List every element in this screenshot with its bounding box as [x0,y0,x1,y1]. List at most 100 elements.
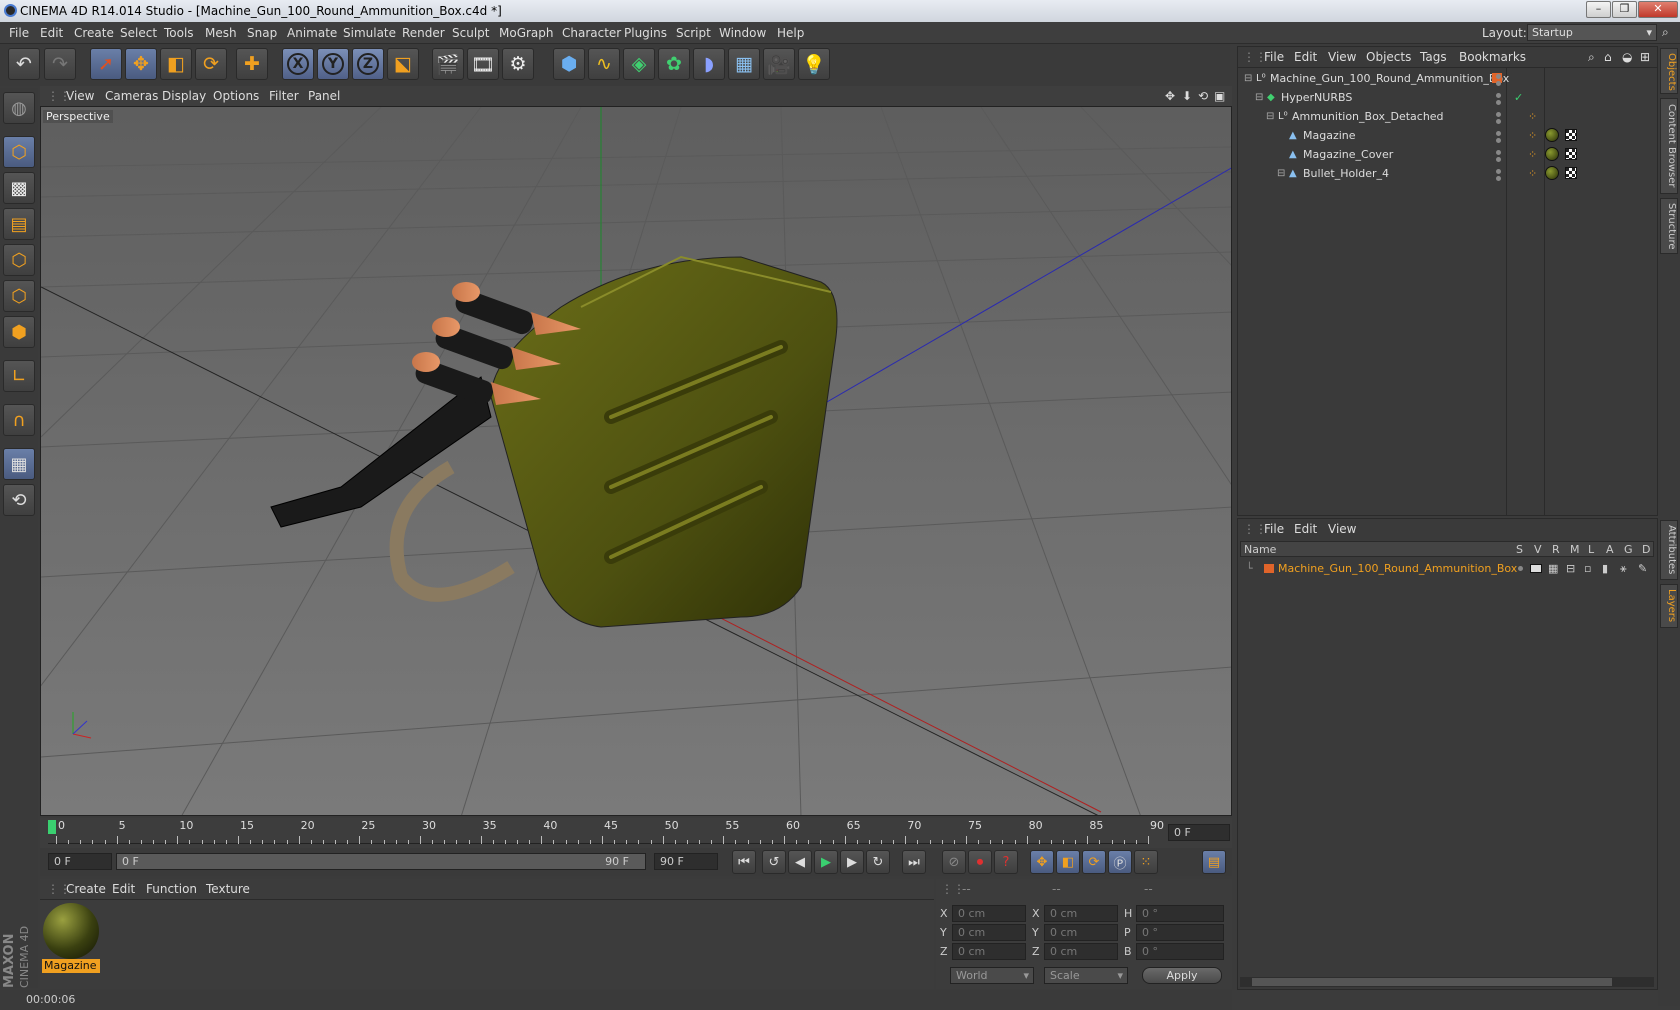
coord-rot-field[interactable]: 0 ° [1136,905,1224,922]
layers-menu-edit[interactable]: Edit [1294,522,1317,536]
render-visibility-dot[interactable] [1496,157,1501,162]
render-visibility-dot[interactable] [1496,176,1501,181]
lock-icon[interactable]: ▫ [1584,559,1591,578]
prev-key-icon[interactable]: ↺ [762,850,786,874]
menu-plugins[interactable]: Plugins [624,26,667,40]
viewport-menu-options[interactable]: Options [213,89,259,103]
autokey-icon[interactable]: ? [994,850,1018,874]
viewport-rotate-icon[interactable]: ⟲ [1198,89,1208,103]
render-visibility-dot[interactable] [1496,100,1501,105]
polygons-mode-icon[interactable]: ⬢ [3,316,35,348]
coord-pos-field[interactable]: 0 cm [952,943,1026,960]
key-scale-icon[interactable]: ◧ [1056,850,1080,874]
move-icon[interactable]: ✥ [125,48,157,80]
menu-snap[interactable]: Snap [247,26,277,40]
scale-icon[interactable]: ◧ [160,48,192,80]
key-param-icon[interactable]: Ⓟ [1108,850,1132,874]
object-row[interactable]: ⊟ L⁰ Machine_Gun_100_Round_Ammunition_Box [1238,69,1657,88]
texture-tag-icon[interactable] [1565,148,1577,160]
coord-pos-field[interactable]: 0 cm [952,924,1026,941]
col-deformers[interactable]: D [1642,543,1650,556]
col-generators[interactable]: G [1624,543,1633,556]
material-menu-texture[interactable]: Texture [206,882,250,896]
render-settings-icon[interactable]: ⚙ [502,48,534,80]
viewport-menu-display[interactable]: Display [162,89,206,103]
workplane-icon[interactable]: ▤ [3,208,35,240]
objects-menu-view[interactable]: View [1328,50,1356,64]
coord-size-field[interactable]: 0 cm [1044,943,1118,960]
solo-toggle[interactable] [1518,566,1523,571]
objects-menu-tags[interactable]: Tags [1420,50,1447,64]
menu-render[interactable]: Render [402,26,445,40]
frame-range-slider[interactable]: 0 F 90 F [116,853,646,870]
objects-menu-bookmarks[interactable]: Bookmarks [1459,50,1526,64]
viewport-menu-cameras[interactable]: Cameras [105,89,158,103]
model-mode-icon[interactable]: ⬡ [3,136,35,168]
material-tag-icon[interactable] [1545,166,1559,180]
planar-workplane-icon[interactable]: ⟲ [3,484,35,516]
play-icon[interactable]: ▶ [814,850,838,874]
dots-tag-icon[interactable]: ⁘ [1528,145,1537,164]
viewport-menu-filter[interactable]: Filter [269,89,299,103]
viewport-zoom-icon[interactable]: ⬇ [1182,89,1192,103]
col-animation[interactable]: A [1606,543,1614,556]
material-menu-function[interactable]: Function [146,882,197,896]
tab-layers[interactable]: Layers [1660,584,1678,628]
coord-size-field[interactable]: 0 cm [1044,905,1118,922]
render-visibility-dot[interactable] [1496,138,1501,143]
menu-edit[interactable]: Edit [40,26,63,40]
next-key-icon[interactable]: ↻ [866,850,890,874]
make-editable-icon[interactable]: ◍ [3,92,35,124]
camera-icon[interactable]: 🎥 [763,48,795,80]
col-name[interactable]: Name [1244,543,1276,556]
col-locked[interactable]: L [1588,543,1594,556]
light-icon[interactable]: 💡 [798,48,830,80]
apply-button[interactable]: Apply [1142,967,1222,984]
timeline-window-icon[interactable]: ▤ [1202,850,1226,874]
maximize-button[interactable]: ❐ [1612,1,1637,18]
tab-attributes[interactable]: Attributes [1660,520,1678,580]
floor-icon[interactable]: ▦ [728,48,760,80]
viewport-menu-view[interactable]: View [66,89,94,103]
spline-icon[interactable]: ∿ [588,48,620,80]
deformers-icon[interactable]: ✎ [1638,559,1647,578]
layout-dropdown[interactable]: Startup ▾ [1527,24,1657,41]
undo-icon[interactable]: ↶ [8,48,40,80]
next-frame-icon[interactable]: ▶ [840,850,864,874]
material-tag-icon[interactable] [1545,147,1559,161]
animation-icon[interactable]: ▮ [1602,559,1608,578]
goto-start-icon[interactable]: ⏮ [732,850,756,874]
minimize-button[interactable]: – [1586,1,1611,18]
editor-visibility-dot[interactable] [1496,112,1501,117]
menu-window[interactable]: Window [719,26,766,40]
eye-icon[interactable]: ◒ [1622,50,1632,64]
menu-simulate[interactable]: Simulate [343,26,396,40]
viewport-maximize-icon[interactable]: ▣ [1214,89,1225,103]
render-visibility-dot[interactable] [1496,81,1501,86]
editor-visibility-dot[interactable] [1496,74,1501,79]
objects-menu-file[interactable]: File [1264,50,1284,64]
key-rotation-icon[interactable]: ⟳ [1082,850,1106,874]
col-solo[interactable]: S [1516,543,1523,556]
render-icon[interactable]: ▦ [1548,559,1558,578]
cube-icon[interactable]: ⬢ [553,48,585,80]
editor-visibility-dot[interactable] [1496,169,1501,174]
dots-tag-icon[interactable]: ⁘ [1528,126,1537,145]
search-icon[interactable]: ⌕ [1662,25,1669,40]
viewport-menu-panel[interactable]: Panel [308,89,340,103]
close-button[interactable]: ✕ [1638,1,1678,18]
prev-frame-icon[interactable]: ◀ [788,850,812,874]
end-frame-field[interactable]: 90 F [654,853,718,870]
menu-sculpt[interactable]: Sculpt [452,26,489,40]
layers-menu-view[interactable]: View [1328,522,1356,536]
current-frame-field[interactable]: 0 F [1168,824,1230,841]
col-manager[interactable]: M [1570,543,1580,556]
object-row[interactable]: ⊟ ▲ Bullet_Holder_4 ⁘ [1238,164,1657,183]
editor-visibility-dot[interactable] [1496,150,1501,155]
motion-record-icon[interactable]: ⊘ [942,850,966,874]
new-window-icon[interactable]: ⊞ [1640,50,1650,64]
render-picture-icon[interactable]: 🎞 [467,48,499,80]
goto-end-icon[interactable]: ⏭ [902,850,926,874]
x-axis-icon[interactable]: X [282,48,314,80]
redo-icon[interactable]: ↷ [44,48,76,80]
